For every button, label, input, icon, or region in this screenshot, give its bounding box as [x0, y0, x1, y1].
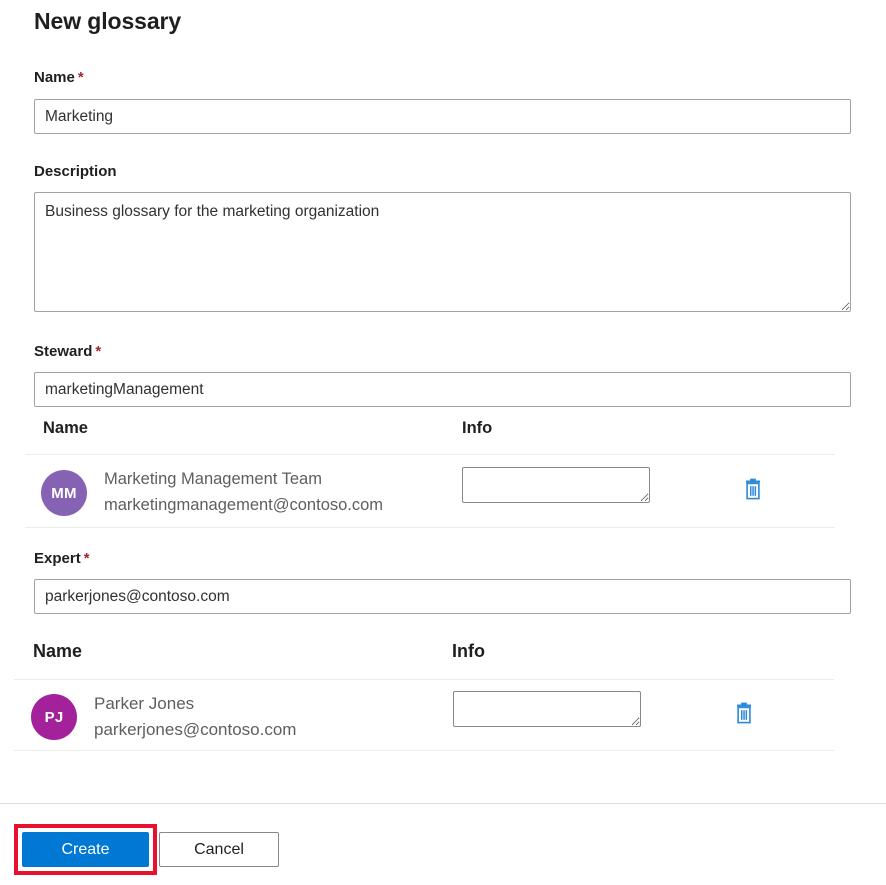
name-field-label: Name* [34, 69, 84, 86]
avatar: MM [41, 470, 87, 516]
footer-divider [0, 803, 886, 804]
expert-row-divider-top [14, 679, 834, 680]
description-field-label: Description [34, 163, 117, 180]
steward-label-text: Steward [34, 343, 92, 360]
expert-row-divider-bottom [14, 750, 834, 751]
avatar: PJ [31, 694, 77, 740]
name-required-asterisk: * [78, 69, 84, 86]
trash-icon [742, 478, 764, 504]
create-button[interactable]: Create [22, 832, 149, 867]
steward-column-header-name: Name [43, 419, 88, 438]
description-label-text: Description [34, 163, 117, 180]
expert-field-label: Expert* [34, 550, 90, 567]
name-label-text: Name [34, 69, 75, 86]
new-glossary-panel: New glossary Name* Description Steward* … [0, 0, 886, 885]
page-title: New glossary [34, 8, 181, 35]
expert-input[interactable] [34, 579, 851, 614]
steward-delete-button[interactable] [742, 478, 764, 504]
expert-column-header-info: Info [452, 641, 485, 662]
expert-person-name: Parker Jones [94, 694, 194, 714]
expert-column-header-name: Name [33, 641, 82, 662]
trash-icon [733, 702, 755, 728]
description-textarea[interactable] [34, 192, 851, 312]
expert-person-email: parkerjones@contoso.com [94, 720, 296, 740]
expert-required-asterisk: * [84, 550, 90, 567]
steward-required-asterisk: * [95, 343, 101, 360]
steward-row-divider-top [25, 454, 835, 455]
name-input[interactable] [34, 99, 851, 134]
steward-column-header-info: Info [462, 419, 492, 438]
expert-label-text: Expert [34, 550, 81, 567]
steward-field-label: Steward* [34, 343, 101, 360]
steward-info-textarea[interactable] [462, 467, 650, 503]
steward-person-name: Marketing Management Team [104, 470, 322, 489]
expert-info-textarea[interactable] [453, 691, 641, 727]
cancel-button[interactable]: Cancel [159, 832, 279, 867]
steward-input[interactable] [34, 372, 851, 407]
steward-person-email: marketingmanagement@contoso.com [104, 496, 383, 515]
steward-row-divider-bottom [25, 527, 835, 528]
expert-delete-button[interactable] [733, 702, 755, 728]
